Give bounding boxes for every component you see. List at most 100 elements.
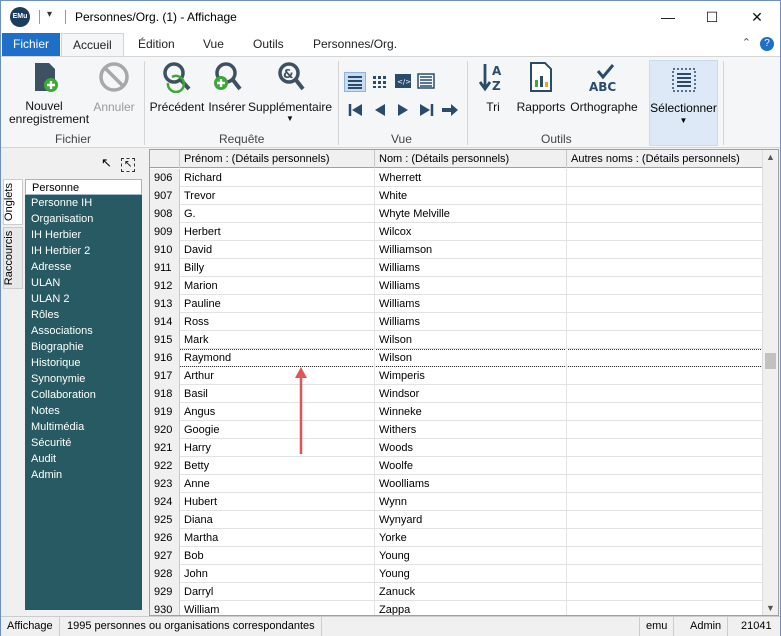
cell-autres-noms[interactable] (567, 169, 763, 187)
cell-nom[interactable]: Wilson (375, 331, 567, 349)
cell-nom[interactable]: Wilcox (375, 223, 567, 241)
cell-nom[interactable]: Williams (375, 313, 567, 331)
cell-autres-noms[interactable] (567, 367, 763, 385)
nav-item-biographie[interactable]: Biographie (25, 339, 142, 355)
table-row[interactable]: 925 Diana Wynyard (150, 511, 763, 529)
nav-item-adresse[interactable]: Adresse (25, 259, 142, 275)
cell-prenom[interactable]: Trevor (180, 187, 375, 205)
cell-nom[interactable]: Williams (375, 277, 567, 295)
cell-prenom[interactable]: Diana (180, 511, 375, 529)
cell-nom[interactable]: Young (375, 565, 567, 583)
tab-onglets[interactable]: Onglets (3, 179, 23, 225)
nav-item-historique[interactable]: Historique (25, 355, 142, 371)
cell-nom[interactable]: Woods (375, 439, 567, 457)
cell-autres-noms[interactable] (567, 277, 763, 295)
table-row[interactable]: 924 Hubert Wynn (150, 493, 763, 511)
nav-item-ulan-2[interactable]: ULAN 2 (25, 291, 142, 307)
maximize-button[interactable]: ☐ (689, 1, 735, 33)
cell-nom[interactable]: Withers (375, 421, 567, 439)
cell-nom[interactable]: Young (375, 547, 567, 565)
cell-autres-noms[interactable] (567, 331, 763, 349)
table-row[interactable]: 915 Mark Wilson (150, 331, 763, 349)
cell-autres-noms[interactable] (567, 511, 763, 529)
tab-fichier[interactable]: Fichier (2, 33, 61, 56)
cell-prenom[interactable]: Raymond (180, 349, 375, 367)
cell-nom[interactable]: White (375, 187, 567, 205)
cancel-button[interactable]: Annuler (89, 61, 139, 114)
cell-autres-noms[interactable] (567, 601, 763, 615)
insert-button[interactable]: Insérer (207, 61, 247, 114)
cell-prenom[interactable]: Ross (180, 313, 375, 331)
cell-nom[interactable]: Williams (375, 259, 567, 277)
cell-nom[interactable]: Wimperis (375, 367, 567, 385)
quick-access-dropdown-icon[interactable]: ▾ (47, 9, 52, 20)
nav-item-personne-ih[interactable]: Personne IH (25, 195, 142, 211)
cell-autres-noms[interactable] (567, 457, 763, 475)
nav-item-securite[interactable]: Sécurité (25, 435, 142, 451)
cell-prenom[interactable]: Harry (180, 439, 375, 457)
select-button[interactable]: Sélectionner ▼ (649, 60, 718, 146)
tab-accueil[interactable]: Accueil (61, 33, 124, 57)
table-row[interactable]: 911 Billy Williams (150, 259, 763, 277)
next-record-icon[interactable] (394, 102, 412, 118)
table-row[interactable]: 927 Bob Young (150, 547, 763, 565)
cell-autres-noms[interactable] (567, 187, 763, 205)
table-row[interactable]: 918 Basil Windsor (150, 385, 763, 403)
pointer-icon[interactable]: ↖ (101, 155, 112, 170)
table-row[interactable]: 908 G. Whyte Melville (150, 205, 763, 223)
cell-prenom[interactable]: Pauline (180, 295, 375, 313)
nav-item-notes[interactable]: Notes (25, 403, 142, 419)
cell-nom[interactable]: Woolfe (375, 457, 567, 475)
nav-item-ih-herbier[interactable]: IH Herbier (25, 227, 142, 243)
tab-raccourcis[interactable]: Raccourcis (3, 227, 23, 289)
cell-prenom[interactable]: William (180, 601, 375, 615)
tab-personnes-org[interactable]: Personnes/Org. (302, 33, 408, 56)
cell-nom[interactable]: Whyte Melville (375, 205, 567, 223)
cell-autres-noms[interactable] (567, 349, 763, 367)
cell-nom[interactable]: Wynyard (375, 511, 567, 529)
tab-edition[interactable]: Édition (127, 33, 186, 56)
cell-autres-noms[interactable] (567, 529, 763, 547)
first-record-icon[interactable] (347, 102, 365, 118)
cell-nom[interactable]: Woolliams (375, 475, 567, 493)
table-row[interactable]: 930 William Zappa (150, 601, 763, 615)
cell-prenom[interactable]: Bob (180, 547, 375, 565)
cell-nom[interactable]: Wynn (375, 493, 567, 511)
nav-item-collaboration[interactable]: Collaboration (25, 387, 142, 403)
spelling-button[interactable]: ABC Orthographe (568, 61, 640, 114)
nav-item-ulan[interactable]: ULAN (25, 275, 142, 291)
table-row[interactable]: 912 Marion Williams (150, 277, 763, 295)
tab-outils[interactable]: Outils (242, 33, 295, 56)
scroll-down-icon[interactable]: ▼ (766, 603, 775, 613)
cell-prenom[interactable]: Anne (180, 475, 375, 493)
cell-autres-noms[interactable] (567, 475, 763, 493)
cell-nom[interactable]: Williamson (375, 241, 567, 259)
cell-nom[interactable]: Winneke (375, 403, 567, 421)
app-logo-icon[interactable]: EMu (10, 7, 30, 27)
table-row[interactable]: 929 Darryl Zanuck (150, 583, 763, 601)
table-row[interactable]: 910 David Williamson (150, 241, 763, 259)
cell-autres-noms[interactable] (567, 241, 763, 259)
cell-nom[interactable]: Williams (375, 295, 567, 313)
grid-view-icon[interactable] (370, 73, 388, 89)
cell-prenom[interactable]: Googie (180, 421, 375, 439)
cell-autres-noms[interactable] (567, 385, 763, 403)
cell-prenom[interactable]: Marion (180, 277, 375, 295)
nav-item-personne[interactable]: Personne (25, 179, 142, 195)
cell-nom[interactable]: Zappa (375, 601, 567, 615)
cell-prenom[interactable]: Mark (180, 331, 375, 349)
table-row[interactable]: 920 Googie Withers (150, 421, 763, 439)
cell-autres-noms[interactable] (567, 439, 763, 457)
cell-nom[interactable]: Wilson (375, 349, 567, 367)
cell-prenom[interactable]: Hubert (180, 493, 375, 511)
cell-autres-noms[interactable] (567, 313, 763, 331)
column-header-prenom[interactable]: Prénom : (Détails personnels) (180, 150, 375, 168)
minimize-button[interactable]: — (645, 1, 691, 33)
table-row[interactable]: 909 Herbert Wilcox (150, 223, 763, 241)
cell-prenom[interactable]: Angus (180, 403, 375, 421)
cell-prenom[interactable]: Richard (180, 169, 375, 187)
cell-nom[interactable]: Yorke (375, 529, 567, 547)
cell-nom[interactable]: Zanuck (375, 583, 567, 601)
previous-record-icon[interactable] (371, 102, 389, 118)
vertical-scrollbar[interactable]: ▲ ▼ (762, 150, 778, 615)
